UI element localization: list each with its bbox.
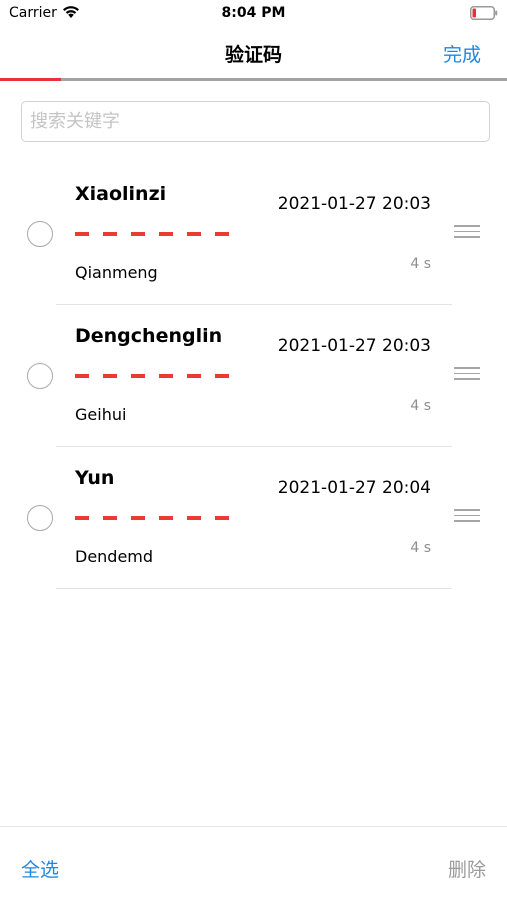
delete-button[interactable]: 删除 [448,855,486,882]
item-time: 2021-01-27 20:03 [277,194,431,214]
code-dash [215,516,229,520]
item-countdown: 4 s [410,256,431,272]
code-dash [131,232,145,236]
reorder-handle-icon[interactable] [454,509,480,523]
code-dash [187,232,201,236]
progress-fill [0,78,61,81]
search-input[interactable] [21,101,490,142]
code-list: Xiaolinzi 2021-01-27 20:03 Qianmeng 4 s … [0,163,507,589]
item-name: Xiaolinzi [75,183,167,205]
select-radio[interactable] [27,363,53,389]
code-dash [131,374,145,378]
item-subtitle: Qianmeng [75,263,158,282]
code-dash [187,516,201,520]
select-all-button[interactable]: 全选 [21,855,59,882]
code-dash [159,374,173,378]
code-dash [75,232,89,236]
bottom-toolbar: 全选 删除 [0,826,507,900]
item-countdown: 4 s [410,540,431,556]
item-time: 2021-01-27 20:04 [277,478,431,498]
code-dash [215,232,229,236]
hidden-code [75,220,229,236]
code-dash [75,374,89,378]
list-item[interactable]: Dengchenglin 2021-01-27 20:03 Geihui 4 s [0,305,507,447]
code-dash [131,516,145,520]
hidden-code [75,504,229,520]
code-dash [159,232,173,236]
item-name: Dengchenglin [75,325,223,347]
code-dash [75,516,89,520]
reorder-handle-icon[interactable] [454,367,480,381]
item-subtitle: Geihui [75,405,127,424]
code-dash [159,516,173,520]
nav-bar: 验证码 完成 [0,28,507,78]
list-item[interactable]: Yun 2021-01-27 20:04 Dendemd 4 s [0,447,507,589]
item-countdown: 4 s [410,398,431,414]
row-divider [56,588,452,589]
code-dash [215,374,229,378]
battery-icon [470,6,498,20]
item-name: Yun [75,467,115,489]
reorder-handle-icon[interactable] [454,225,480,239]
code-dash [103,516,117,520]
status-bar: Carrier 8:04 PM [0,0,507,28]
clock-label: 8:04 PM [221,5,286,21]
code-dash [103,232,117,236]
code-dash [103,374,117,378]
item-subtitle: Dendemd [75,547,154,566]
progress-bar [0,78,507,81]
select-radio[interactable] [27,505,53,531]
page-title: 验证码 [224,44,282,66]
select-radio[interactable] [27,221,53,247]
item-time: 2021-01-27 20:03 [277,336,431,356]
code-dash [187,374,201,378]
list-item[interactable]: Xiaolinzi 2021-01-27 20:03 Qianmeng 4 s [0,163,507,305]
hidden-code [75,362,229,378]
done-button[interactable]: 完成 [443,40,481,67]
